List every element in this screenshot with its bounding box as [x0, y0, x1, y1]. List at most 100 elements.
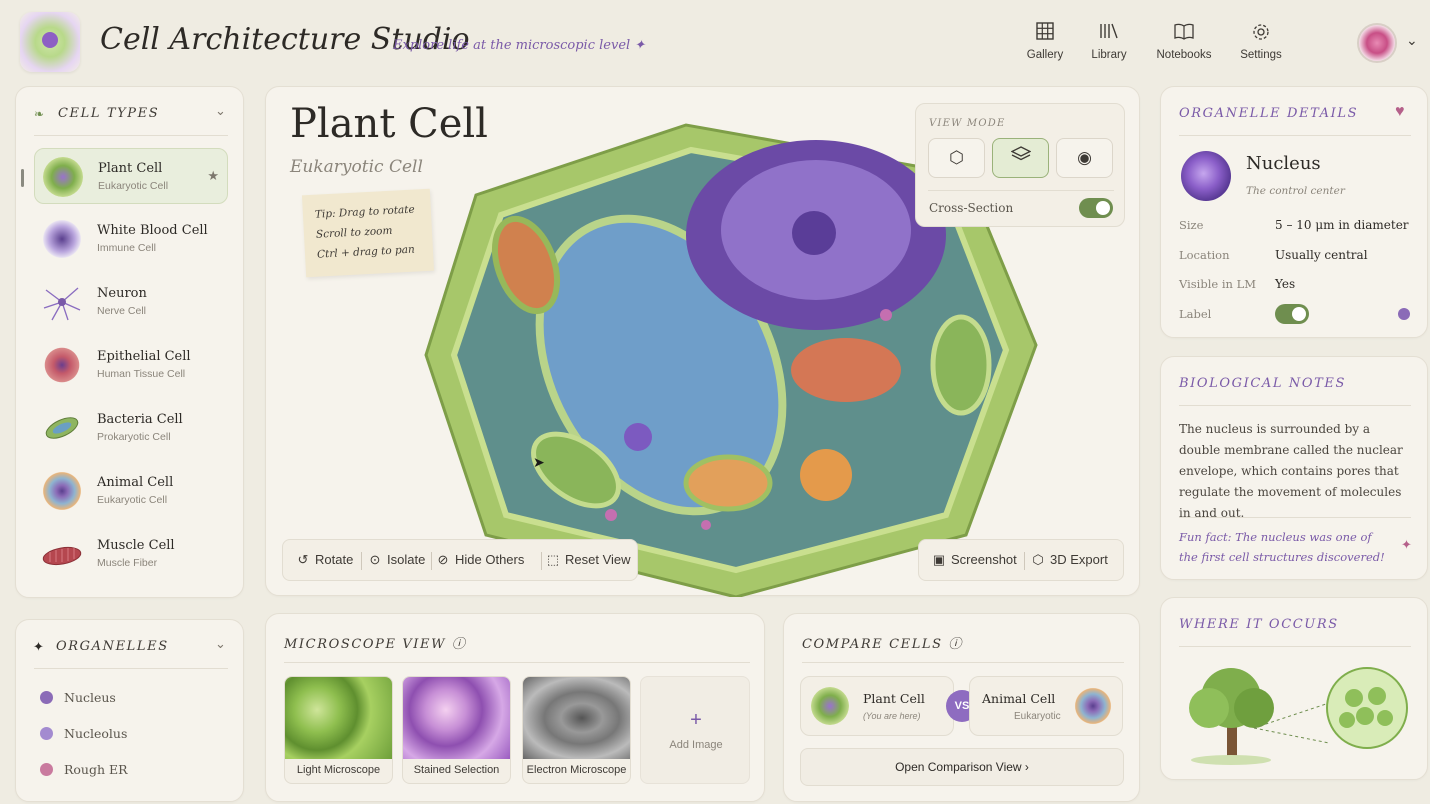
animal-cell-thumbnail [1074, 687, 1112, 725]
muscle-cell-thumbnail [42, 534, 82, 574]
divider [1179, 646, 1411, 647]
eye-off-icon: ⊘ [437, 552, 449, 567]
view-mode-solid-button[interactable]: ⬡ [928, 138, 985, 178]
electron-microscope-thumbnail[interactable]: Electron Microscope [522, 676, 631, 784]
divider [1179, 405, 1411, 406]
compare-right-sub: Eukaryotic [1014, 711, 1061, 722]
organelle-name: Nucleolus [64, 726, 128, 741]
cell-item-epithelial[interactable]: Epithelial Cell Human Tissue Cell [34, 337, 228, 393]
animal-cell-thumbnail [42, 471, 82, 511]
screenshot-label: Screenshot [951, 552, 1017, 567]
view-mode-section-button[interactable]: ◉ [1056, 138, 1113, 178]
bacteria-cell-thumbnail [42, 408, 82, 448]
label-toggle[interactable] [1275, 304, 1309, 324]
isolate-label: Isolate [387, 552, 426, 567]
cell-item-animal[interactable]: Animal Cell Eukaryotic Cell [34, 463, 228, 519]
cell-item-bacteria[interactable]: Bacteria Cell Prokaryotic Cell [34, 400, 228, 456]
nav-gallery[interactable]: Gallery [1010, 22, 1080, 66]
add-image-button[interactable]: + Add Image [640, 676, 750, 784]
cell-item-white-blood[interactable]: White Blood Cell Immune Cell [34, 211, 228, 267]
star-icon[interactable]: ★ [207, 168, 219, 184]
active-marker [21, 169, 24, 187]
organelle-details-panel: ORGANELLE DETAILS ♥ Nucleus The control … [1160, 86, 1428, 338]
chevron-down-icon[interactable]: ⌄ [1406, 32, 1418, 49]
electron-microscope-image [523, 677, 630, 759]
reset-view-button[interactable]: ⬚ Reset View [545, 540, 631, 580]
export-toolbar: ▣ Screenshot ⬡ 3D Export [918, 539, 1124, 581]
thumbnail-caption: Light Microscope [296, 764, 381, 776]
cell-types-panel: ❧ CELL TYPES ⌄ Plant Cell Eukaryotic Cel… [15, 86, 244, 598]
nav-library-label: Library [1091, 49, 1127, 61]
cell-viewer-panel: Plant Cell Eukaryotic Cell Tip: Drag to … [265, 86, 1140, 597]
microscope-view-panel: MICROSCOPE VIEW ⓘ Light Microscope Stain… [265, 613, 765, 802]
rotate-button[interactable]: ↺ Rotate [295, 540, 354, 580]
cell-item-name: White Blood Cell [97, 223, 208, 238]
3d-export-button[interactable]: ⬡ 3D Export [1030, 540, 1108, 580]
detail-key: Location [1179, 248, 1230, 262]
divider [1179, 517, 1411, 518]
app-logo [20, 12, 80, 72]
user-avatar[interactable] [1357, 23, 1397, 63]
nav-library[interactable]: Library [1074, 22, 1144, 66]
cell-item-sub: Nerve Cell [97, 305, 147, 317]
open-comparison-button[interactable]: Open Comparison View › [800, 748, 1124, 786]
view-mode-label: VIEW MODE [929, 118, 1006, 129]
divider [361, 552, 362, 570]
nav-settings[interactable]: Settings [1226, 22, 1296, 66]
compare-left-card[interactable]: Plant Cell (You are here) [800, 676, 954, 736]
detail-value: Yes [1275, 277, 1296, 291]
biological-notes-panel: BIOLOGICAL NOTES The nucleus is surround… [1160, 356, 1428, 580]
cell-item-plant[interactable]: Plant Cell Eukaryotic Cell ★ [21, 148, 228, 204]
light-microscope-thumbnail[interactable]: Light Microscope [284, 676, 393, 784]
mouse-cursor-icon: ➤ [533, 454, 545, 470]
cell-item-name: Animal Cell [97, 475, 174, 490]
hide-others-label: Hide Others [455, 552, 525, 567]
nucleus-image [1181, 151, 1231, 201]
stained-selection-thumbnail[interactable]: Stained Selection [402, 676, 511, 784]
epithelial-cell-thumbnail [42, 345, 82, 385]
microscope-view-title: MICROSCOPE VIEW ⓘ [284, 633, 466, 652]
cell-item-neuron[interactable]: Neuron Nerve Cell [34, 274, 228, 330]
app-header: Cell Architecture Studio Explore life at… [0, 0, 1430, 86]
leaf-icon: ❧ [34, 107, 45, 121]
isolate-button[interactable]: ⊙ Isolate [367, 540, 426, 580]
view-mode-layers-button[interactable] [992, 138, 1049, 178]
screenshot-button[interactable]: ▣ Screenshot [931, 540, 1017, 580]
cell-item-sub: Immune Cell [97, 242, 156, 254]
compare-left-sub: (You are here) [863, 711, 921, 721]
heart-icon[interactable]: ♥ [1395, 103, 1405, 121]
cell-item-name: Neuron [97, 286, 147, 301]
compare-cells-panel: COMPARE CELLS ⓘ Plant Cell (You are here… [783, 613, 1140, 802]
divider [1024, 552, 1025, 570]
divider [34, 135, 228, 136]
thumbnail-caption: Stained Selection [413, 764, 500, 776]
label-color-dot[interactable] [1398, 308, 1410, 320]
cube-icon: ⬡ [1032, 552, 1044, 567]
stained-selection-image [403, 677, 510, 759]
camera-icon: ▣ [932, 552, 946, 567]
where-it-occurs-title: WHERE IT OCCURS [1179, 617, 1339, 632]
organelles-title: ORGANELLES [56, 639, 169, 654]
gear-icon [1226, 22, 1296, 44]
divider [1179, 135, 1411, 136]
hide-others-button[interactable]: ⊘ Hide Others [435, 540, 525, 580]
info-icon[interactable]: ⓘ [948, 637, 963, 652]
target-icon: ◉ [1077, 148, 1092, 167]
cell-item-muscle[interactable]: Muscle Cell Muscle Fiber [34, 526, 228, 582]
chevron-down-icon[interactable]: ⌄ [215, 103, 226, 119]
cell-item-name: Muscle Cell [97, 538, 175, 553]
isolate-icon: ⊙ [369, 552, 381, 567]
viewer-title: Plant Cell [290, 101, 488, 147]
compare-right-card[interactable]: Animal Cell Eukaryotic [969, 676, 1123, 736]
notes-body: The nucleus is surrounded by a double me… [1179, 422, 1403, 520]
detail-key: Label [1179, 307, 1212, 321]
chevron-down-icon[interactable]: ⌄ [215, 636, 226, 652]
organelle-color-dot [40, 763, 53, 776]
info-icon[interactable]: ⓘ [452, 637, 467, 652]
divider [541, 552, 542, 570]
detail-key: Visible in LM [1179, 277, 1257, 291]
neuron-thumbnail [42, 282, 82, 322]
sparkle-icon: ✦ [1401, 537, 1412, 552]
cross-section-toggle[interactable] [1079, 198, 1113, 218]
nav-notebooks[interactable]: Notebooks [1149, 22, 1219, 66]
